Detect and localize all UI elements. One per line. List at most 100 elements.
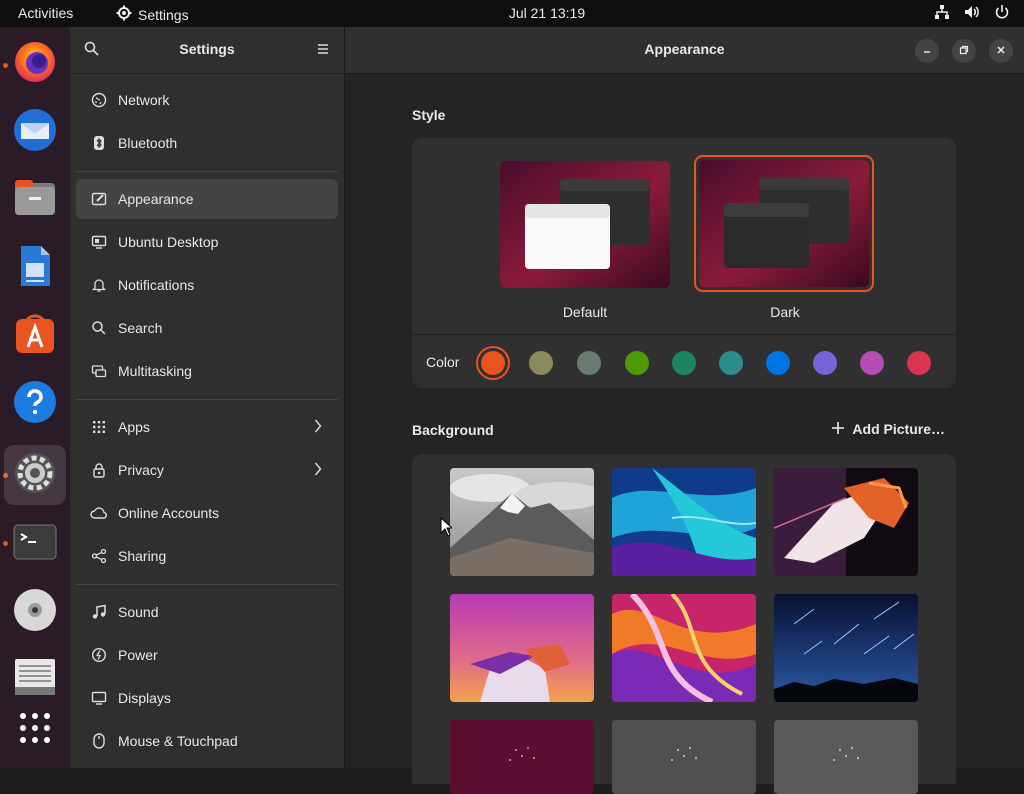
background-thumbnail[interactable]	[450, 720, 594, 794]
sidebar-item-mouse-touchpad[interactable]: Mouse & Touchpad	[76, 721, 338, 761]
color-swatch-sage[interactable]	[577, 351, 601, 375]
system-tray[interactable]	[934, 4, 1010, 23]
style-dark-label: Dark	[770, 304, 800, 320]
mascot-dark-wallpaper	[774, 468, 918, 576]
sidebar-item-appearance[interactable]: Appearance	[76, 179, 338, 219]
background-thumbnail[interactable]	[450, 468, 594, 576]
style-default-label: Default	[562, 304, 608, 320]
blue-leaves-wallpaper	[612, 468, 756, 576]
mascot-sunset-wallpaper	[450, 594, 594, 702]
color-swatch-bark[interactable]	[529, 351, 553, 375]
background-thumbnail[interactable]	[612, 594, 756, 702]
color-swatch-magenta[interactable]	[860, 351, 884, 375]
minimize-button[interactable]	[915, 39, 939, 63]
style-default-option[interactable]	[500, 161, 670, 288]
settings-icon	[12, 450, 58, 501]
bell-icon	[88, 277, 110, 293]
menu-button[interactable]	[316, 42, 330, 60]
sidebar-item-privacy[interactable]: Privacy	[76, 450, 338, 490]
color-swatch-olive[interactable]	[625, 351, 649, 375]
sidebar-item-network[interactable]: Network	[76, 80, 338, 120]
network-wired-icon	[934, 4, 950, 23]
sidebar-item-sound[interactable]: Sound	[76, 592, 338, 632]
sidebar-item-online-accounts[interactable]: Online Accounts	[76, 493, 338, 533]
firefox-icon	[12, 39, 58, 90]
app-center-icon	[12, 311, 58, 362]
sidebar-item-label: Sound	[118, 604, 159, 620]
background-thumbnail[interactable]	[612, 468, 756, 576]
minimize-icon	[922, 42, 932, 60]
sidebar-separator	[76, 171, 338, 172]
background-thumbnail[interactable]	[612, 720, 756, 794]
apps-grid-icon	[88, 420, 110, 434]
color-swatch-viridian[interactable]	[672, 351, 696, 375]
clock[interactable]: Jul 21 13:19	[0, 5, 1024, 21]
abstract-swirl-wallpaper	[612, 594, 756, 702]
sidebar-item-apps[interactable]: Apps	[76, 407, 338, 447]
background-thumbnail[interactable]	[774, 720, 918, 794]
dock	[0, 27, 70, 768]
sidebar-item-label: Mouse & Touchpad	[118, 733, 238, 749]
dock-show-apps[interactable]	[10, 705, 60, 755]
ubuntu-gray-wallpaper	[612, 720, 756, 794]
style-dark-option[interactable]	[694, 155, 874, 292]
files-icon	[12, 175, 58, 226]
style-card: Default Dark Color	[412, 138, 956, 388]
dock-help[interactable]	[10, 379, 60, 429]
background-thumbnail[interactable]	[450, 594, 594, 702]
sidebar-item-displays[interactable]: Displays	[76, 678, 338, 718]
dock-disc[interactable]	[10, 587, 60, 637]
color-swatch-orange[interactable]	[481, 351, 505, 375]
sidebar-item-label: Notifications	[118, 277, 195, 293]
thunderbird-icon	[12, 107, 58, 158]
dock-files[interactable]	[10, 175, 60, 225]
background-section-title: Background	[412, 422, 494, 438]
sidebar-item-power[interactable]: Power	[76, 635, 338, 675]
disc-icon	[12, 587, 58, 638]
cursor-arrow-icon	[440, 516, 454, 541]
close-button[interactable]	[989, 39, 1013, 63]
maximize-button[interactable]	[952, 39, 976, 63]
background-thumbnail[interactable]	[774, 594, 918, 702]
mountain-wallpaper	[450, 468, 594, 576]
chevron-right-icon	[314, 419, 322, 436]
dock-terminal[interactable]	[10, 519, 60, 569]
sidebar-item-search[interactable]: Search	[76, 308, 338, 348]
color-swatch-red[interactable]	[907, 351, 931, 375]
accent-color-row: Color	[412, 334, 956, 389]
sidebar-item-sharing[interactable]: Sharing	[76, 536, 338, 576]
dock-settings[interactable]	[4, 445, 66, 505]
dock-firefox[interactable]	[10, 39, 60, 89]
dock-writer[interactable]	[10, 243, 60, 293]
cloud-icon	[88, 506, 110, 520]
restore-icon	[959, 42, 969, 60]
text-editor-icon	[12, 653, 58, 704]
background-card	[412, 454, 956, 794]
running-indicator	[3, 541, 8, 546]
add-picture-button[interactable]: Add Picture…	[832, 421, 945, 437]
style-section-title: Style	[412, 107, 446, 123]
sidebar-item-bluetooth[interactable]: Bluetooth	[76, 123, 338, 163]
star-trails-wallpaper	[774, 594, 918, 702]
color-swatch-prussian-green[interactable]	[719, 351, 743, 375]
sidebar-item-ubuntu-desktop[interactable]: Ubuntu Desktop	[76, 222, 338, 262]
color-swatch-purple[interactable]	[813, 351, 837, 375]
sidebar-item-notifications[interactable]: Notifications	[76, 265, 338, 305]
color-swatch-blue[interactable]	[766, 351, 790, 375]
background-thumbnail[interactable]	[774, 468, 918, 576]
sidebar-item-label: Power	[118, 647, 158, 663]
lock-icon	[88, 462, 110, 478]
plus-icon	[832, 421, 845, 437]
sidebar-item-label: Network	[118, 92, 170, 108]
sidebar-item-label: Privacy	[118, 462, 164, 478]
terminal-icon	[12, 519, 58, 570]
sidebar-title: Settings	[179, 41, 235, 57]
help-icon	[12, 379, 58, 430]
sidebar-item-multitasking[interactable]: Multitasking	[76, 351, 338, 391]
sidebar-item-label: Appearance	[118, 191, 194, 207]
dock-text-editor[interactable]	[10, 653, 60, 703]
chevron-right-icon	[314, 462, 322, 479]
dock-thunderbird[interactable]	[10, 107, 60, 157]
dock-app-center[interactable]	[10, 311, 60, 361]
sidebar-item-label: Displays	[118, 690, 171, 706]
